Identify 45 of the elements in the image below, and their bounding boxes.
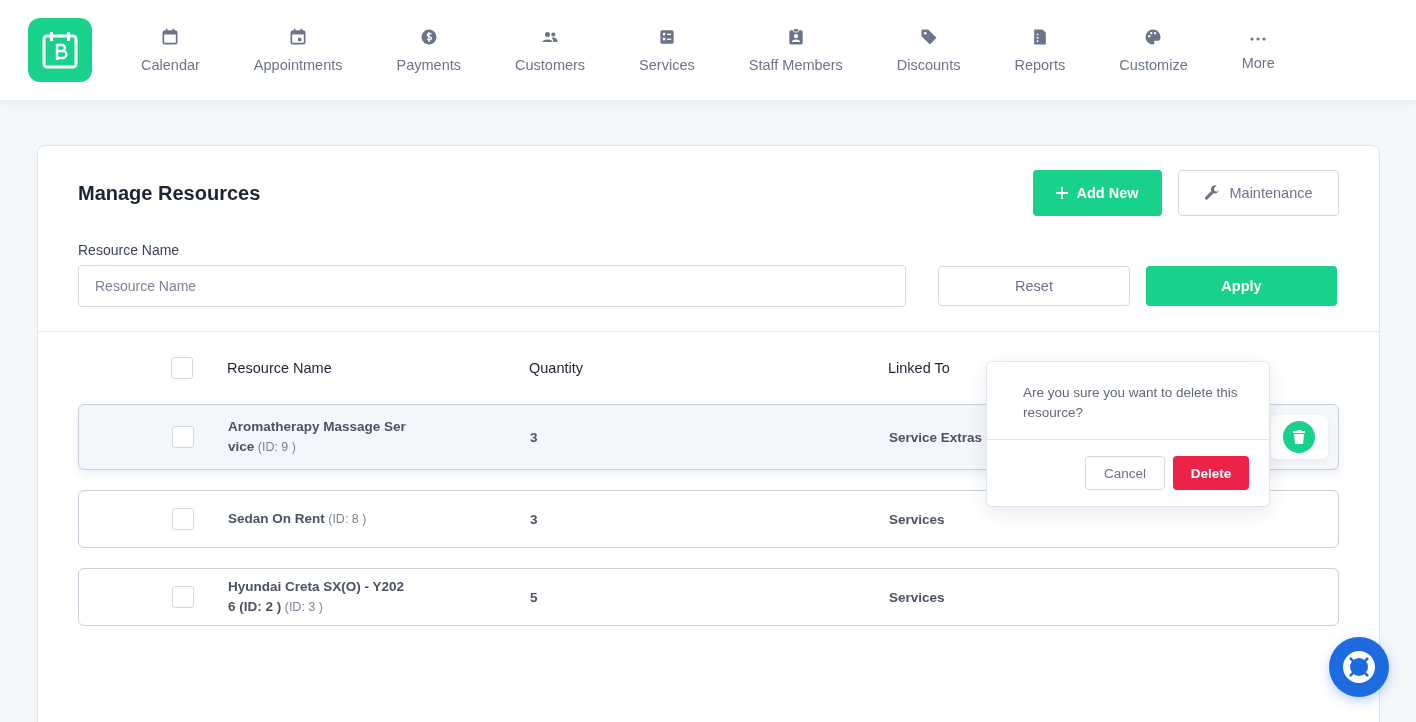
nav-item[interactable]: Payments xyxy=(369,27,488,73)
plus-icon xyxy=(1056,187,1069,199)
column-header: Resource Name xyxy=(227,360,332,376)
trash-icon xyxy=(1293,430,1305,444)
nav-item[interactable]: Services xyxy=(612,27,722,73)
confirmation-message: Are you sure you want to delete this resource? xyxy=(987,362,1269,440)
resource-name: Aromatherapy Massage Service (ID: 9 ) xyxy=(228,418,407,456)
calendar-icon xyxy=(288,27,309,47)
nav-item[interactable]: Reports xyxy=(987,27,1093,73)
field-label: Resource Name xyxy=(78,242,181,258)
maintenance-button[interactable]: Maintenance xyxy=(1178,170,1339,216)
nav-item[interactable]: Discounts xyxy=(869,27,988,73)
linked-to-cell: Services xyxy=(889,589,945,605)
app-logo[interactable] xyxy=(28,18,92,82)
linked-to-cell: Service Extras xyxy=(889,429,983,445)
reset-button[interactable]: Reset xyxy=(938,266,1130,306)
delete-button[interactable] xyxy=(1283,421,1315,453)
column-header: Linked To xyxy=(888,360,950,376)
quantity-cell: 3 xyxy=(530,511,538,527)
nav-item[interactable]: More xyxy=(1214,27,1302,73)
nav-item[interactable]: Calendar xyxy=(114,27,227,73)
wrench-icon xyxy=(1204,184,1222,202)
more-icon xyxy=(1250,37,1267,41)
confirm-delete-button[interactable]: Delete xyxy=(1173,456,1249,490)
checkbox[interactable] xyxy=(172,586,194,608)
table-row[interactable]: Hyundai Creta SX(O) - Y2026 (ID: 2 ) (ID: 3 ) 5 Services xyxy=(78,568,1339,626)
checkbox[interactable] xyxy=(172,508,194,530)
nav-item[interactable]: Appointments xyxy=(226,27,370,73)
column-header: Quantity xyxy=(529,360,583,376)
checkbox[interactable] xyxy=(171,357,193,379)
checkbox[interactable] xyxy=(172,426,194,448)
quantity-cell: 3 xyxy=(530,429,538,445)
resource-name: Sedan On Rent (ID: 8 ) xyxy=(228,510,368,528)
resource-name-field[interactable]: Resource Name xyxy=(78,265,906,307)
table-row[interactable]: Sedan On Rent (ID: 8 ) 3 Services xyxy=(78,490,1339,548)
nav-item[interactable]: Customers xyxy=(488,27,613,73)
quantity-cell: 5 xyxy=(530,589,538,605)
lifebuoy-icon xyxy=(1342,650,1376,684)
nav-item[interactable]: Customize xyxy=(1092,27,1215,73)
cancel-button[interactable]: Cancel xyxy=(1085,456,1165,490)
page-title: Manage Resources xyxy=(78,181,262,205)
resource-name: Hyundai Creta SX(O) - Y2026 (ID: 2 ) (ID: 3 ) xyxy=(228,578,406,616)
nav-item[interactable]: Staff Members xyxy=(721,27,870,73)
linked-to-cell: Services xyxy=(889,511,945,527)
calendar-icon xyxy=(160,27,181,47)
